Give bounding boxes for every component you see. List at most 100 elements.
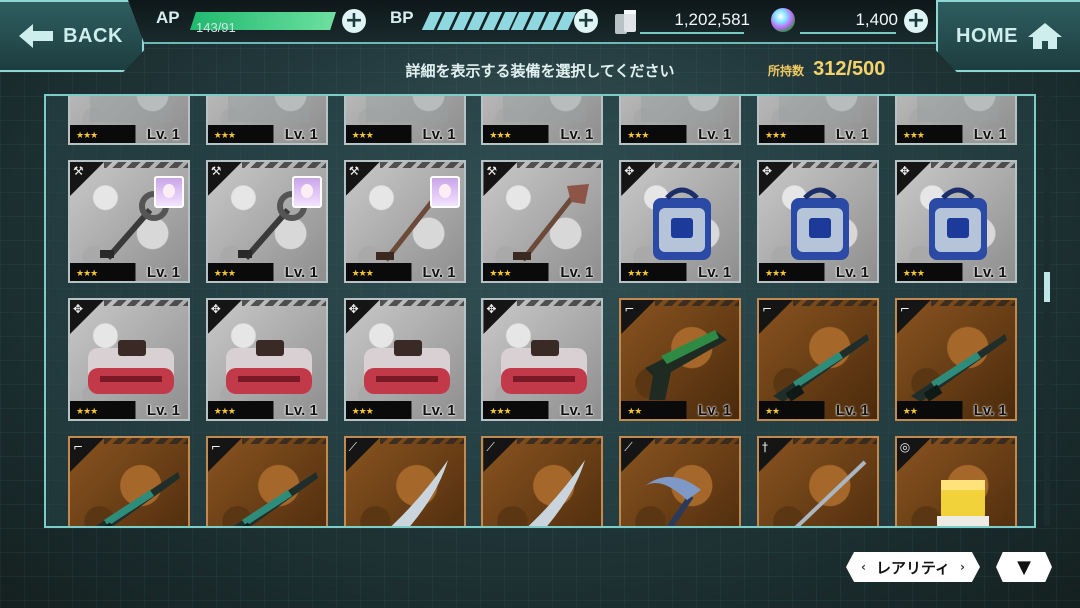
blade-icon: ⟋ <box>348 440 357 454</box>
rarity-stars: ★★★ <box>351 131 374 141</box>
ap-label: AP <box>156 8 180 27</box>
card-stripe <box>104 300 188 306</box>
card-stripe <box>241 438 326 444</box>
equipment-card[interactable]: ✥★★★Lv. 1 <box>756 160 879 283</box>
level-label: Lv. 1 <box>973 402 1007 419</box>
character-avatar <box>291 176 322 208</box>
card-stripe <box>241 300 326 306</box>
rarity-stars: ★★★ <box>489 269 511 279</box>
rarity-stars: ★★★ <box>351 269 374 279</box>
bp-recover-button[interactable]: + <box>574 9 598 33</box>
possession-count: 所持数 312/500 <box>768 58 885 81</box>
rarity-stars: ★★★ <box>902 131 925 141</box>
gem-purchase-button[interactable]: + <box>904 9 928 33</box>
card-stripe <box>792 300 877 306</box>
equipment-card[interactable]: ✥★★★Lv. 1 <box>205 298 328 421</box>
rarity-stars: ★★★ <box>764 269 787 279</box>
equipment-card[interactable]: ✥ ★★★ Lv. 1 <box>68 298 190 421</box>
equipment-card[interactable]: ⟋ <box>481 436 604 526</box>
equipment-card[interactable]: ⚒ ★★★ Lv. 1 <box>205 160 328 283</box>
equipment-card[interactable]: ⚒ ★★★ Lv. 1 <box>343 160 466 283</box>
card-stripe <box>241 162 326 168</box>
equipment-card[interactable]: ◎ <box>894 436 1017 526</box>
wrench-icon: ⚒ <box>348 164 360 178</box>
equipment-card[interactable]: ⚒ ★★★ Lv. 1 <box>481 160 604 283</box>
card-stripe <box>517 300 602 306</box>
possession-label: 所持数 <box>768 64 805 78</box>
rifle-icon: ⌐ <box>73 440 84 454</box>
equipment-card[interactable]: ⌐ <box>205 436 328 526</box>
card-stripe <box>930 438 1015 444</box>
level-label: Lv. 1 <box>698 264 732 281</box>
rifle-icon: ⌐ <box>899 302 910 316</box>
gem-icon <box>771 8 795 32</box>
scrollbar[interactable] <box>1044 96 1050 526</box>
character-avatar <box>429 176 460 208</box>
equipment-card[interactable]: ✥★★★Lv. 1 <box>894 160 1017 283</box>
equipment-card[interactable]: ✥★★★Lv. 1 <box>481 298 604 421</box>
equipment-card[interactable]: † <box>756 436 879 526</box>
equipment-card[interactable]: ⚒ ★★★ Lv. 1 <box>68 160 190 283</box>
coin-stack-icon <box>615 10 636 34</box>
level-label: Lv. 1 <box>560 126 594 143</box>
blade-icon: ⟋ <box>624 440 633 454</box>
level-label: Lv. 1 <box>146 126 180 143</box>
rarity-stars: ★★★ <box>627 131 649 141</box>
card-stripe <box>655 438 740 444</box>
equipment-card[interactable]: ✥★★★Lv. 1 <box>756 96 879 145</box>
equipment-card[interactable]: ✥★★★Lv. 1 <box>481 96 604 145</box>
level-label: Lv. 1 <box>422 264 456 281</box>
card-stripe <box>792 438 877 444</box>
gear-icon: ✥ <box>73 302 84 316</box>
level-label: Lv. 1 <box>146 402 180 419</box>
coin-amount: 1,202,581 <box>674 10 750 29</box>
sort-next-icon[interactable]: › <box>960 560 965 574</box>
gem-amount: 1,400 <box>855 10 898 29</box>
level-label: Lv. 1 <box>835 126 869 143</box>
equipment-card[interactable]: ⟋ <box>343 436 466 526</box>
sword-icon: † <box>761 440 768 454</box>
equipment-card[interactable]: ✥★★★Lv. 1 <box>619 96 742 145</box>
level-label: Lv. 1 <box>835 264 869 281</box>
equipment-card[interactable]: ⌐ ★★ Lv. 1 <box>619 298 742 421</box>
rarity-stars: ★★★ <box>489 131 511 141</box>
card-stripe <box>792 162 877 168</box>
home-label: HOME <box>956 24 1018 47</box>
card-stripe <box>930 162 1015 168</box>
equipment-card[interactable]: ✥★★★Lv. 1 <box>619 160 742 283</box>
gem-underline <box>800 32 896 34</box>
equipment-card[interactable]: ✥★★★Lv. 1 <box>68 96 190 145</box>
rarity-stars: ★★★ <box>76 407 98 417</box>
card-stripe <box>517 162 602 168</box>
equipment-card[interactable]: ✥★★★Lv. 1 <box>205 96 328 145</box>
equipment-card[interactable]: ⌐ ★★ Lv. 1 <box>756 298 879 421</box>
sort-rarity-button[interactable]: ‹ レアリティ › <box>846 552 980 582</box>
triangle-down-icon: ▼ <box>1017 556 1031 578</box>
level-label: Lv. 1 <box>284 126 318 143</box>
card-stripe <box>930 300 1015 306</box>
equipment-card[interactable]: ✥★★★Lv. 1 <box>343 96 466 145</box>
level-label: Lv. 1 <box>698 402 732 419</box>
bp-label: BP <box>390 8 414 27</box>
equipment-card[interactable]: ✥★★★Lv. 1 <box>343 298 466 421</box>
equipment-card[interactable]: ⌐ ★★ Lv. 1 <box>894 298 1017 421</box>
sort-label: レアリティ <box>875 558 951 577</box>
sort-order-button[interactable]: ▼ <box>996 552 1052 582</box>
level-label: Lv. 1 <box>973 264 1007 281</box>
house-icon <box>1028 23 1062 49</box>
arrow-left-icon <box>19 24 54 48</box>
knuckle-icon: ◎ <box>899 440 911 454</box>
sort-prev-icon[interactable]: ‹ <box>861 560 866 574</box>
equipment-card[interactable]: ✥★★★Lv. 1 <box>894 96 1017 145</box>
bp-gauge <box>421 12 577 30</box>
equipment-card[interactable]: ⟋ <box>619 436 742 526</box>
scrollbar-thumb[interactable] <box>1044 272 1050 302</box>
equipment-card[interactable]: ⌐ <box>68 436 190 526</box>
card-stripe <box>517 438 602 444</box>
rifle-icon: ⌐ <box>210 440 221 454</box>
ap-recover-button[interactable]: + <box>342 9 366 33</box>
rarity-stars: ★★★ <box>627 269 649 279</box>
ap-value: 143/91 <box>196 20 236 35</box>
gear-icon: ✥ <box>899 164 910 178</box>
wrench-icon: ⚒ <box>210 164 222 178</box>
